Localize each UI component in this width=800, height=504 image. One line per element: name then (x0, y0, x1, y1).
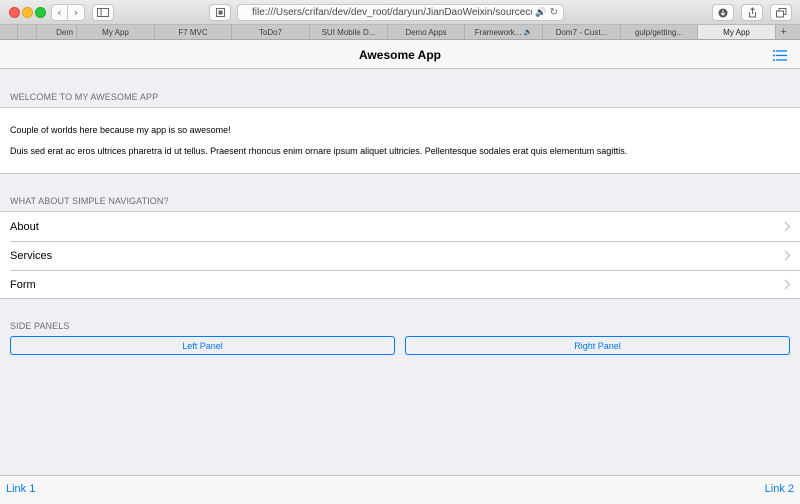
tabs-icon (775, 7, 786, 17)
browser-tab[interactable] (0, 25, 18, 39)
reload-icon[interactable]: ↻ (550, 7, 558, 18)
navigation-list: About Services Form (0, 211, 800, 299)
reader-button[interactable] (209, 4, 231, 21)
toolbar-link-2[interactable]: Link 2 (765, 483, 794, 495)
browser-tab[interactable]: Demo Apps (388, 25, 465, 39)
browser-tab[interactable] (18, 25, 37, 39)
zoom-window-button[interactable] (35, 7, 46, 18)
browser-titlebar: ‹ › file:///Users/crifan/dev/dev_root/da… (0, 0, 800, 25)
browser-tab[interactable]: My App (77, 25, 155, 39)
chevron-left-icon: ‹ (57, 6, 62, 19)
share-button[interactable] (741, 4, 763, 21)
list-icon[interactable] (773, 50, 787, 61)
downloads-button[interactable] (712, 4, 734, 21)
welcome-description: Duis sed erat ac eros ultrices pharetra … (10, 146, 628, 156)
browser-tab[interactable]: Dom7 - Cust... (543, 25, 621, 39)
app-navbar: Awesome App (0, 40, 800, 69)
side-panels-block-title: Side panels (10, 321, 70, 331)
list-item-about[interactable]: About (0, 212, 800, 241)
welcome-block-title: Welcome to my awesome app (10, 92, 159, 102)
welcome-text: Couple of worlds here because my app is … (10, 125, 231, 135)
bottom-toolbar: Link 1 Link 2 (0, 475, 800, 504)
history-nav: ‹ › (51, 4, 85, 21)
navigation-block-title: What about simple navigation? (10, 196, 169, 206)
share-icon (748, 7, 756, 18)
address-bar[interactable]: file:///Users/crifan/dev/dev_root/daryun… (237, 4, 564, 21)
tab-label: Framework... (474, 27, 522, 37)
reader-icon (215, 8, 225, 17)
url-text: file:///Users/crifan/dev/dev_root/daryun… (252, 7, 532, 18)
list-item-form[interactable]: Form (0, 270, 800, 299)
left-panel-button[interactable]: Left Panel (10, 336, 395, 355)
list-item-services[interactable]: Services (0, 241, 800, 270)
toolbar-link-1[interactable]: Link 1 (6, 483, 35, 495)
sidebar-icon (97, 8, 109, 17)
chevron-right-icon (784, 279, 791, 290)
list-item-label: About (10, 220, 39, 233)
browser-tab[interactable]: Dem (37, 25, 77, 39)
close-window-button[interactable] (9, 7, 20, 18)
new-tab-button[interactable]: + (776, 25, 791, 39)
chevron-right-icon (784, 221, 791, 232)
minimize-window-button[interactable] (22, 7, 33, 18)
browser-tab[interactable]: gulp/getting... (621, 25, 698, 39)
list-item-label: Services (10, 249, 53, 262)
show-tabs-button[interactable] (770, 4, 792, 21)
browser-tab-active[interactable]: My App (698, 25, 776, 39)
download-icon (718, 8, 728, 17)
audio-icon[interactable]: 🔊 (535, 8, 546, 18)
page-title: Awesome App (358, 48, 442, 62)
browser-tab[interactable]: F7 MVC (155, 25, 232, 39)
sidebar-toggle-button[interactable] (92, 4, 114, 21)
welcome-block: Couple of worlds here because my app is … (0, 107, 800, 174)
forward-button[interactable]: › (68, 4, 85, 21)
chevron-right-icon (784, 250, 791, 261)
back-button[interactable]: ‹ (51, 4, 68, 21)
browser-tab[interactable]: ToDo7 (232, 25, 310, 39)
right-panel-button[interactable]: Right Panel (405, 336, 790, 355)
list-item-label: Form (10, 278, 36, 291)
chevron-right-icon: › (73, 6, 79, 19)
browser-tab[interactable]: SUI Mobile D... (310, 25, 388, 39)
browser-tab[interactable]: Framework... 🔊 (465, 25, 543, 39)
browser-tab-strip: Dem My App F7 MVC ToDo7 SUI Mobile D... … (0, 25, 800, 40)
audio-icon[interactable]: 🔊 (523, 28, 532, 36)
